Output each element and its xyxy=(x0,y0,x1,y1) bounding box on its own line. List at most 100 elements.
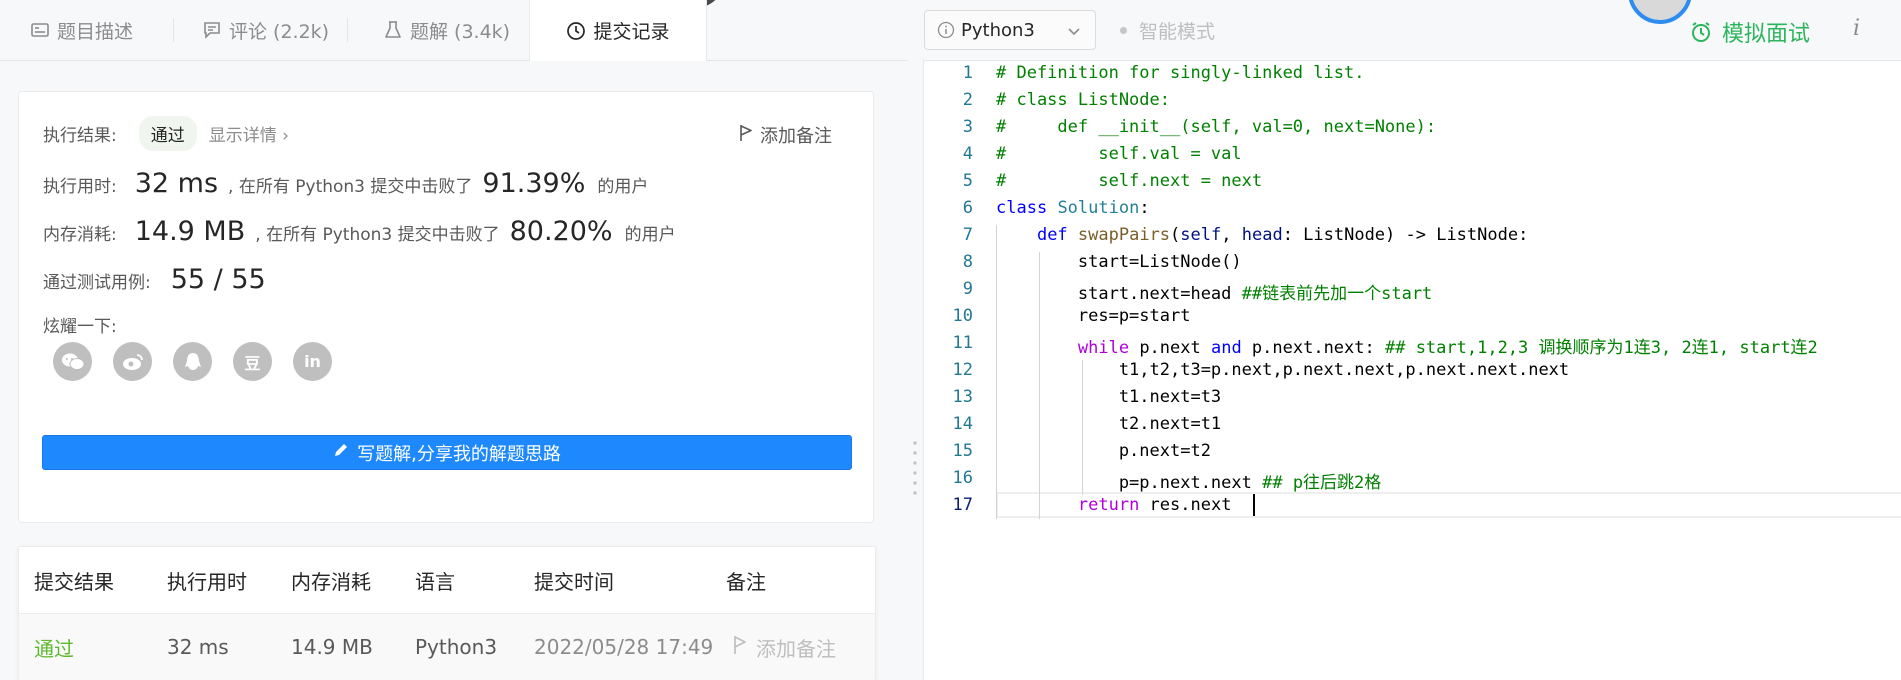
runtime-value: 32 ms xyxy=(134,168,219,199)
tab-divider xyxy=(347,18,348,42)
smart-mode-toggle[interactable]: 智能模式 xyxy=(1120,0,1215,60)
tab-description[interactable]: 题目描述 xyxy=(30,0,133,60)
tab-comments[interactable]: 评论 (2.2k) xyxy=(202,0,329,60)
qq-icon[interactable] xyxy=(173,342,212,381)
line-number: 3 xyxy=(962,117,973,137)
code-line: # def __init__(self, val=0, next=None): xyxy=(996,117,1437,137)
linkedin-icon[interactable]: in xyxy=(293,342,332,381)
tab-solutions[interactable]: 题解 (3.4k) xyxy=(383,0,510,60)
mock-interview-label: 模拟面试 xyxy=(1722,22,1811,47)
clock-icon xyxy=(566,21,586,41)
table-header: 提交结果 执行用时 内存消耗 语言 提交时间 备注 xyxy=(19,547,875,614)
line-number: 9 xyxy=(962,279,973,299)
code-line: p=p.next.next ## p往后跳2格 xyxy=(996,473,1382,493)
runtime-label: 执行用时: xyxy=(43,177,117,197)
line-number: 7 xyxy=(962,225,973,245)
comment-icon xyxy=(202,20,222,40)
code-line: while p.next and p.next.next: ## start,1… xyxy=(1077,338,1818,358)
status-row: 执行结果: 通过 显示详情 › xyxy=(43,116,289,151)
tab-divider xyxy=(173,18,174,42)
info-circle-icon xyxy=(937,21,955,39)
flag-icon xyxy=(738,124,754,147)
line-number: 14 xyxy=(952,414,973,434)
status-label: 执行结果: xyxy=(43,126,117,146)
line-number: 11 xyxy=(952,333,973,353)
memory-label: 内存消耗: xyxy=(43,225,117,245)
share-row: 炫耀一下: xyxy=(43,312,117,337)
add-note-label: 添加备注 xyxy=(760,126,832,147)
language-select[interactable]: Python3 xyxy=(924,10,1096,50)
code-editor[interactable]: 1 2 3 4 5 6 7 8 9 10 11 12 13 14 15 16 1… xyxy=(924,61,1901,680)
row-add-note-button[interactable]: 添加备注 xyxy=(732,614,836,680)
tab-label: 题解 (3.4k) xyxy=(410,20,511,43)
code-line: # Definition for singly-linked list. xyxy=(996,63,1365,83)
write-solution-button[interactable]: 写题解,分享我的解题思路 xyxy=(42,435,852,470)
code-line: t2.next=t1 xyxy=(996,414,1222,434)
code-line: # class ListNode: xyxy=(996,90,1170,110)
show-details-link[interactable]: 显示详情 › xyxy=(209,121,289,146)
submissions-table: 提交结果 执行用时 内存消耗 语言 提交时间 备注 通过 32 ms 14.9 … xyxy=(18,546,876,680)
memory-beats-text: , 在所有 Python3 提交中击败了 xyxy=(255,225,500,245)
tab-label: 题目描述 xyxy=(57,20,134,43)
code-line: t1,t2,t3=p.next,p.next.next,p.next.next.… xyxy=(996,360,1570,380)
table-row[interactable]: 通过 32 ms 14.9 MB Python3 2022/05/28 17:4… xyxy=(19,614,875,680)
line-number: 13 xyxy=(952,387,973,407)
code-line: p.next=t2 xyxy=(996,441,1211,461)
douban-icon[interactable]: 豆 xyxy=(233,342,272,381)
line-number: 1 xyxy=(962,63,973,83)
chevron-down-icon xyxy=(1067,22,1081,43)
line-number: 2 xyxy=(962,90,973,110)
share-icons: 豆 in xyxy=(53,342,332,381)
row-memory: 14.9 MB xyxy=(291,635,373,659)
smart-mode-label: 智能模式 xyxy=(1139,20,1216,43)
status-dot-icon xyxy=(1120,26,1127,34)
panel-splitter[interactable] xyxy=(908,60,924,680)
line-number: 15 xyxy=(952,441,973,461)
line-number: 4 xyxy=(962,144,973,164)
pencil-icon xyxy=(333,442,349,463)
add-note-button[interactable]: 添加备注 xyxy=(738,122,832,148)
weibo-icon[interactable] xyxy=(113,342,152,381)
col-time: 提交时间 xyxy=(534,569,614,594)
row-time: 2022/05/28 17:49 xyxy=(534,635,714,659)
row-status-link[interactable]: 通过 xyxy=(34,614,74,680)
mock-interview-button[interactable]: 模拟面试 xyxy=(1690,0,1810,64)
code-line: def swapPairs(self, head: ListNode) -> L… xyxy=(1036,225,1529,245)
runtime-row: 执行用时: 32 ms , 在所有 Python3 提交中击败了 91.39% … xyxy=(43,168,648,199)
line-number-gutter: 1 2 3 4 5 6 7 8 9 10 11 12 13 14 15 16 1… xyxy=(924,61,981,680)
line-number: 8 xyxy=(962,252,973,272)
share-label: 炫耀一下: xyxy=(43,317,117,337)
line-number: 5 xyxy=(962,171,973,191)
row-language: Python3 xyxy=(415,635,498,659)
col-status: 提交结果 xyxy=(34,569,114,594)
code-line: start=ListNode() xyxy=(996,252,1242,272)
runtime-suffix: 的用户 xyxy=(597,177,649,197)
status-badge: 通过 xyxy=(138,116,197,151)
code-line: # self.val = val xyxy=(996,144,1242,164)
row-runtime: 32 ms xyxy=(167,635,229,659)
info-icon[interactable]: i xyxy=(1853,16,1860,41)
drag-handle-icon[interactable] xyxy=(913,438,917,498)
alarm-clock-icon xyxy=(1690,21,1712,43)
editor-toolbar: Python3 智能模式 模拟面试 i xyxy=(924,0,1901,61)
line-number: 10 xyxy=(952,306,973,326)
col-language: 语言 xyxy=(415,569,455,594)
flask-icon xyxy=(383,20,403,40)
wechat-icon[interactable] xyxy=(53,342,92,381)
tab-submissions[interactable]: 提交记录 xyxy=(529,0,707,61)
col-memory: 内存消耗 xyxy=(291,569,371,594)
write-solution-label: 写题解,分享我的解题思路 xyxy=(357,443,561,465)
avatar[interactable] xyxy=(1628,0,1692,24)
language-value: Python3 xyxy=(961,19,1035,41)
code-line: # self.next = next xyxy=(996,171,1263,191)
tab-label: 评论 (2.2k) xyxy=(229,20,330,43)
tests-label: 通过测试用例: xyxy=(43,273,151,293)
col-note: 备注 xyxy=(726,569,766,594)
runtime-percent: 91.39% xyxy=(482,168,586,199)
tab-label: 提交记录 xyxy=(593,21,670,43)
code-line: return res.next xyxy=(1077,495,1242,515)
problem-tabbar: 题目描述 评论 (2.2k) 题解 (3.4k) 提交记录 xyxy=(0,0,915,61)
line-number: 12 xyxy=(952,360,973,380)
memory-suffix: 的用户 xyxy=(624,225,676,245)
memory-row: 内存消耗: 14.9 MB , 在所有 Python3 提交中击败了 80.20… xyxy=(43,216,676,247)
